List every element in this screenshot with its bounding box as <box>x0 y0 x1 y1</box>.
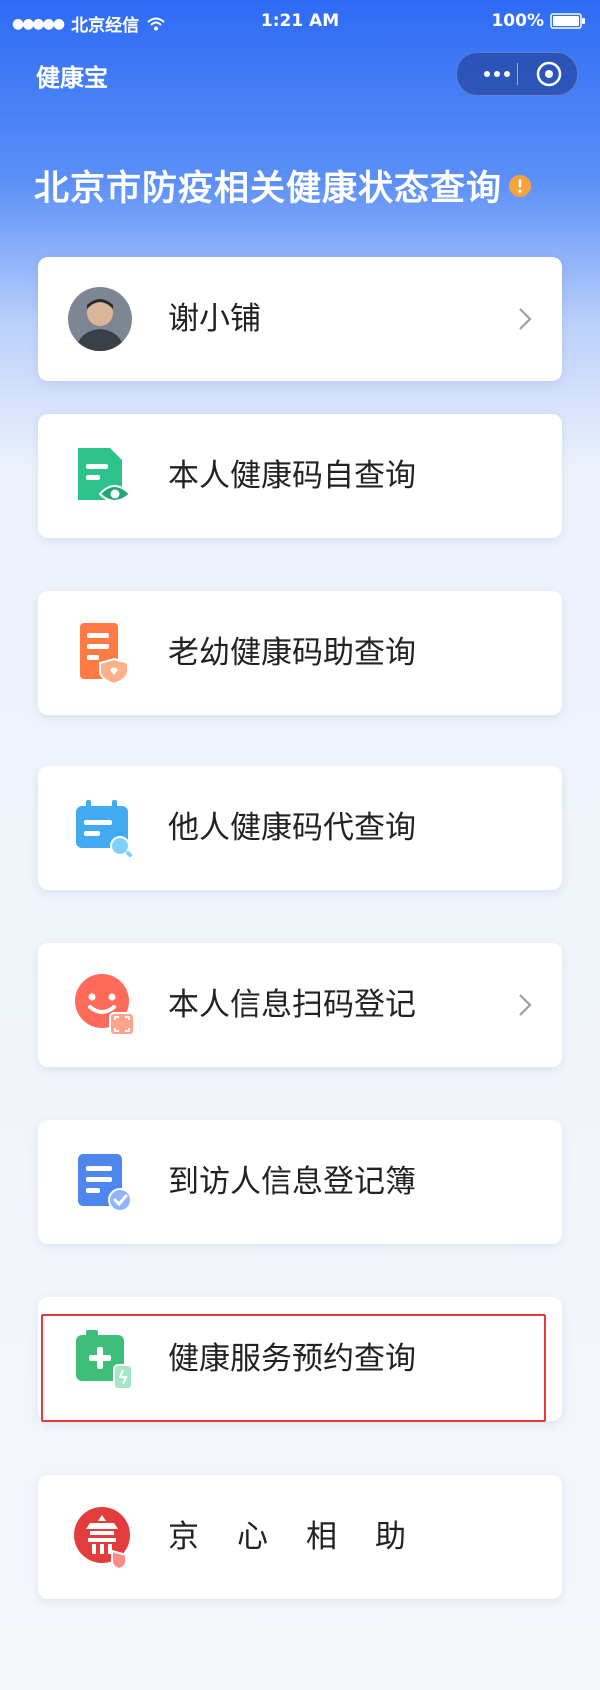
jingxin-help-icon <box>74 1507 130 1569</box>
nav-bar: 健康宝 <box>0 44 600 100</box>
menu-card-proxy-query[interactable]: 他人健康码代查询 <box>38 766 562 890</box>
health-code-self-icon <box>78 448 132 502</box>
user-card[interactable]: 谢小铺 <box>38 257 562 381</box>
menu-label-self-query: 本人健康码自查询 <box>168 458 416 494</box>
menu-card-self-query[interactable]: 本人健康码自查询 <box>38 414 562 538</box>
menu-label-assist-query: 老幼健康码助查询 <box>168 635 416 671</box>
menu-card-jingxin-help[interactable]: 京心相助 <box>38 1475 562 1599</box>
status-right: 100% <box>491 11 586 31</box>
page-title-text: 北京市防疫相关健康状态查询 <box>34 169 503 209</box>
phone-screen: ●●●●● 北京经信 1:21 AM 100% 健康宝 北京市防疫相关健康状态查… <box>0 0 600 1690</box>
menu-card-scan-register[interactable]: 本人信息扫码登记 <box>38 943 562 1067</box>
close-icon <box>536 61 562 87</box>
health-code-assist-icon <box>80 623 129 685</box>
scan-register-icon <box>75 974 135 1036</box>
mini-program-capsule <box>456 52 578 96</box>
chevron-right-icon <box>519 994 532 1016</box>
menu-card-visitor-log[interactable]: 到访人信息登记簿 <box>38 1120 562 1244</box>
battery-icon <box>550 13 585 29</box>
more-icon <box>484 71 510 77</box>
menu-label-proxy-query: 他人健康码代查询 <box>168 810 416 846</box>
more-button[interactable] <box>471 53 519 95</box>
user-name: 谢小铺 <box>168 301 261 337</box>
health-code-proxy-icon <box>76 800 133 858</box>
status-bar: ●●●●● 北京经信 1:21 AM 100% <box>0 0 600 44</box>
menu-label-visitor-log: 到访人信息登记簿 <box>168 1164 416 1200</box>
avatar-image <box>68 287 132 351</box>
menu-card-assist-query[interactable]: 老幼健康码助查询 <box>38 591 562 715</box>
menu-label-jingxin-help: 京心相助 <box>168 1519 444 1555</box>
visitor-log-icon <box>78 1154 132 1212</box>
chevron-right-icon <box>519 308 532 330</box>
battery-percent: 100% <box>491 11 544 31</box>
close-button[interactable] <box>525 53 573 95</box>
nav-title: 健康宝 <box>36 64 108 92</box>
highlight-annotation <box>41 1314 546 1422</box>
info-icon[interactable] <box>508 174 532 198</box>
page-title: 北京市防疫相关健康状态查询 <box>34 160 532 211</box>
menu-label-scan-register: 本人信息扫码登记 <box>168 987 416 1023</box>
avatar <box>68 287 132 351</box>
capsule-divider <box>517 63 518 85</box>
